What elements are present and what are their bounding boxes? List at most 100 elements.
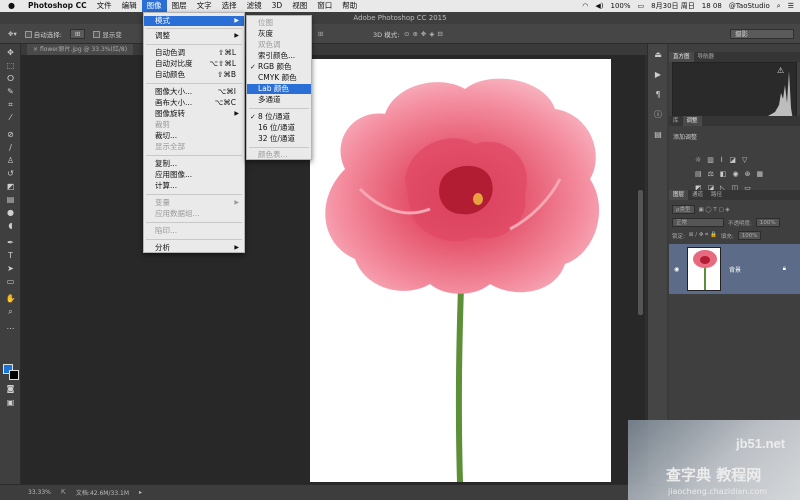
brightness-icon[interactable]: ☼ — [695, 156, 701, 164]
align-icons[interactable]: ⊞ — [318, 30, 323, 38]
tab-paths[interactable]: 路径 — [707, 190, 726, 200]
mode-32-bit[interactable]: 32 位/通道 — [247, 134, 311, 144]
menu-select[interactable]: 选择 — [217, 0, 242, 12]
document-canvas[interactable] — [310, 59, 611, 482]
tab-layers[interactable]: 图层 — [669, 190, 689, 200]
exposure-icon[interactable]: ◪ — [729, 156, 736, 164]
zoom-tool-icon[interactable]: ⌕ — [5, 307, 16, 317]
mode-color-table[interactable]: 颜色表... — [247, 150, 311, 160]
menu-file[interactable]: 文件 — [92, 0, 117, 12]
mode-multichannel[interactable]: 多通道 — [247, 95, 311, 105]
menu-item-variables[interactable]: 变量 ▶ — [144, 198, 244, 208]
document-tab[interactable]: × flower原片.jpg @ 33.3%(红/8) — [27, 44, 134, 55]
clone-stamp-tool-icon[interactable]: ♙ — [5, 156, 16, 166]
tab-histogram[interactable]: 直方图 — [669, 52, 694, 62]
close-icon[interactable]: × — [33, 46, 40, 53]
hue-icon[interactable]: ▤ — [695, 170, 702, 178]
blend-mode-select[interactable]: 正常 — [672, 218, 724, 227]
blur-tool-icon[interactable]: ● — [5, 208, 16, 218]
levels-icon[interactable]: ▥ — [707, 156, 714, 164]
path-select-tool-icon[interactable]: ➤ — [5, 264, 16, 274]
workspace-select[interactable]: 摄影 — [730, 28, 794, 39]
quick-select-tool-icon[interactable]: ✎ — [5, 87, 16, 97]
volume-icon[interactable]: ◀) — [595, 2, 603, 10]
menu-help[interactable]: 帮助 — [337, 0, 362, 12]
menu-item-apply-data-set[interactable]: 应用数据组... — [144, 209, 244, 219]
auto-select-target[interactable]: ⊞ — [69, 28, 86, 39]
lasso-tool-icon[interactable]: ⵔ — [5, 74, 16, 84]
export-icon[interactable]: ⇱ — [61, 489, 66, 496]
channel-mixer-icon[interactable]: ⊛ — [745, 170, 751, 178]
history-icon[interactable]: ⏏ — [653, 50, 663, 60]
menu-item-mode[interactable]: 模式 ▶ — [144, 16, 244, 26]
menu-item-image-size[interactable]: 图像大小... ⌥⌘I — [144, 87, 244, 97]
mode-cmyk-color[interactable]: CMYK 颜色 — [247, 73, 311, 83]
healing-brush-tool-icon[interactable]: ⊘ — [5, 130, 16, 140]
play-icon[interactable]: ▶ — [653, 70, 663, 80]
menu-item-duplicate[interactable]: 复制... — [144, 159, 244, 169]
show-transform-checkbox[interactable] — [93, 31, 101, 38]
eraser-tool-icon[interactable]: ◩ — [5, 182, 16, 192]
layer-row-background[interactable]: ◉ 背景 🔒︎ — [669, 244, 800, 294]
menu-item-image-rotation[interactable]: 图像旋转 ▶ — [144, 109, 244, 119]
menu-item-auto-tone[interactable]: 自动色调 ⇧⌘L — [144, 48, 244, 58]
tab-adjustments[interactable]: 调整 — [682, 116, 702, 126]
pen-tool-icon[interactable]: ✒ — [5, 238, 16, 248]
vibrance-icon[interactable]: ▽ — [742, 156, 747, 164]
layer-name[interactable]: 背景 — [729, 265, 741, 274]
list-icon[interactable]: ☰ — [788, 2, 794, 10]
screen-mode-icon[interactable]: ▣ — [5, 398, 16, 408]
search-icon[interactable]: ⌕ — [777, 2, 781, 11]
menu-item-canvas-size[interactable]: 画布大小... ⌥⌘C — [144, 98, 244, 108]
info-icon[interactable]: ⓘ — [653, 110, 663, 120]
menu-item-adjustments[interactable]: 调整 ▶ — [144, 31, 244, 41]
photo-filter-icon[interactable]: ◉ — [733, 170, 739, 178]
tab-library[interactable]: 库 — [669, 116, 683, 126]
menu-layer[interactable]: 图层 — [167, 0, 192, 12]
mode-8-bit[interactable]: ✓ 8 位/通道 — [247, 112, 311, 122]
color-balance-icon[interactable]: ⚖ — [708, 170, 714, 178]
menu-item-calculations[interactable]: 计算... — [144, 181, 244, 191]
curves-icon[interactable]: ⌇ — [720, 156, 723, 164]
menu-edit[interactable]: 编辑 — [117, 0, 142, 12]
auto-select-checkbox[interactable] — [24, 31, 32, 38]
menu-image[interactable]: 图像 — [141, 0, 167, 12]
mode-rgb-color[interactable]: ✓ RGB 颜色 — [247, 62, 311, 72]
lock-icons[interactable]: ⊠ ∕ ✥ ⌗ 🔒 — [689, 232, 717, 239]
menu-3d[interactable]: 3D — [267, 0, 288, 12]
mode-lab-color[interactable]: Lab 颜色 — [247, 84, 311, 94]
wifi-icon[interactable]: ◠ — [582, 2, 588, 10]
menu-app[interactable]: Photoshop CC — [23, 0, 92, 12]
history-brush-tool-icon[interactable]: ↺ — [5, 169, 16, 179]
mode-duotone[interactable]: 双色调 — [247, 40, 311, 50]
background-color-swatch[interactable] — [9, 370, 19, 380]
menu-item-trim[interactable]: 裁切... — [144, 131, 244, 141]
black-white-icon[interactable]: ◧ — [720, 170, 727, 178]
mode-16-bit[interactable]: 16 位/通道 — [247, 123, 311, 133]
menu-type[interactable]: 文字 — [192, 0, 217, 12]
shape-tool-icon[interactable]: ▭ — [5, 277, 16, 287]
hand-tool-icon[interactable]: ✋ — [5, 294, 16, 304]
color-lookup-icon[interactable]: ▦ — [757, 170, 764, 178]
filter-icons[interactable]: ▣ ◯ T ▢ ◈ — [699, 207, 730, 213]
mode-bitmap[interactable]: 位图 — [247, 18, 311, 28]
menu-item-apply-image[interactable]: 应用图像... — [144, 170, 244, 180]
tab-navigator[interactable]: 导航器 — [694, 52, 719, 62]
fill-input[interactable]: 100% — [737, 231, 762, 240]
menu-item-auto-color[interactable]: 自动颜色 ⇧⌘B — [144, 70, 244, 80]
tab-channels[interactable]: 通道 — [688, 190, 707, 200]
menu-item-crop[interactable]: 裁剪 — [144, 120, 244, 130]
mode-grayscale[interactable]: 灰度 — [247, 29, 311, 39]
marquee-tool-icon[interactable]: ⬚ — [5, 61, 16, 71]
gradient-tool-icon[interactable]: ▤ — [5, 195, 16, 205]
menu-view[interactable]: 视图 — [287, 0, 312, 12]
3d-mode-icons[interactable]: ⊙⊕✥◈⊟ — [404, 30, 446, 38]
more-tools-icon[interactable]: … — [5, 322, 16, 332]
eye-icon[interactable]: ◉ — [674, 266, 679, 273]
crop-tool-icon[interactable]: ⌗ — [5, 100, 16, 110]
battery-icon[interactable]: ▭ — [638, 2, 645, 10]
move-tool-icon[interactable]: ✥▾ — [8, 30, 17, 38]
vertical-scrollbar-thumb[interactable] — [638, 190, 643, 315]
layer-kind-filter[interactable]: ρ类型 — [672, 205, 695, 214]
mode-indexed-color[interactable]: 索引颜色... — [247, 51, 311, 61]
